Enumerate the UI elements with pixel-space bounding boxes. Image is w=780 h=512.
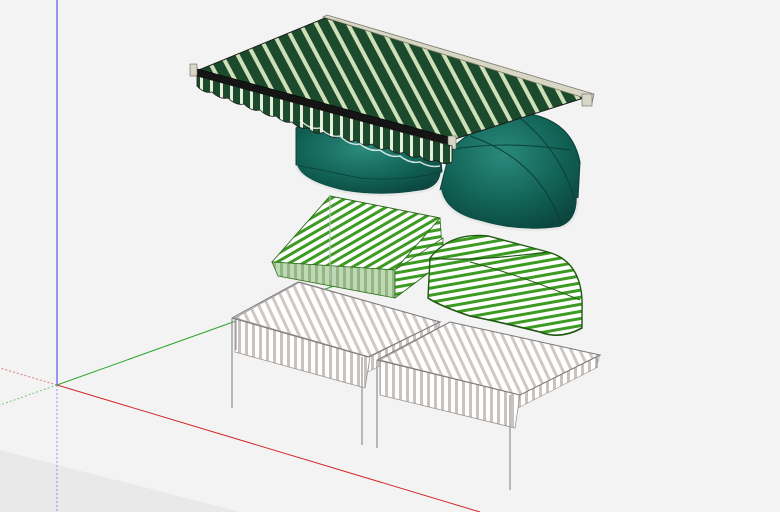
ground-plane [0,450,240,512]
scene-canvas[interactable] [0,0,780,512]
3d-viewport[interactable] [0,0,780,512]
y-axis-negative [0,384,58,406]
x-axis-negative [0,367,58,386]
elongated-dome-awning[interactable] [427,234,583,336]
canopy-stand-right[interactable] [376,321,602,490]
